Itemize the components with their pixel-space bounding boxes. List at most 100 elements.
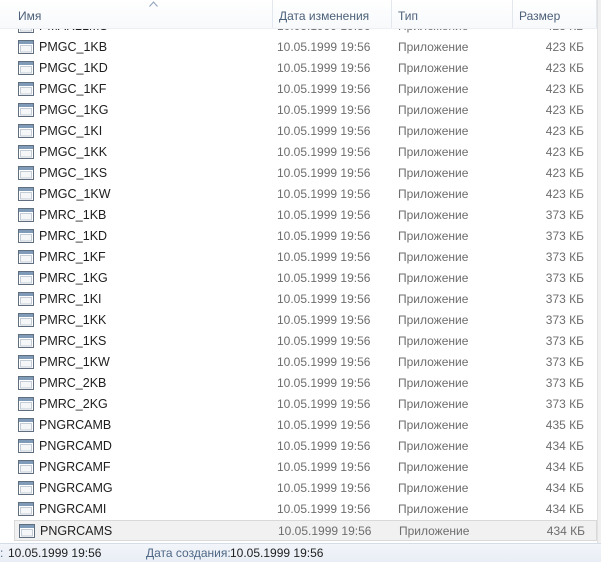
file-date-modified: 10.05.1999 19:56 (277, 250, 371, 264)
application-exe-icon (18, 187, 34, 201)
file-date-modified: 10.05.1999 19:56 (277, 229, 371, 243)
file-date-modified: 10.05.1999 19:56 (277, 313, 371, 327)
file-size: 434 КБ (545, 502, 584, 516)
file-size: 434 КБ (545, 439, 584, 453)
file-type: Приложение (398, 124, 469, 138)
file-type: Приложение (398, 103, 469, 117)
file-type: Приложение (398, 271, 469, 285)
application-exe-icon (18, 502, 34, 516)
file-row[interactable]: PMGC_1KI 10.05.1999 19:56 Приложение 423 КБ (14, 121, 597, 142)
date-modified-value: 10.05.1999 19:56 (8, 546, 102, 560)
column-header-name-label: Имя (18, 9, 42, 23)
file-row[interactable]: PMRC_1KK 10.05.1999 19:56 Приложение 373 КБ (14, 310, 597, 331)
application-exe-icon (18, 313, 34, 327)
file-name: PMRC_1KG (39, 271, 108, 285)
file-type: Приложение (398, 376, 469, 390)
file-date-modified: 10.05.1999 19:56 (277, 61, 371, 75)
file-type: Приложение (398, 61, 469, 75)
file-date-modified: 10.05.1999 19:56 (277, 439, 371, 453)
file-date-modified: 10.05.1999 19:56 (277, 103, 371, 117)
file-size: 373 КБ (545, 376, 584, 390)
file-row[interactable]: PMGC_1KS 10.05.1999 19:56 Приложение 423 КБ (14, 163, 597, 184)
column-header-type[interactable]: Тип (392, 0, 513, 28)
column-header-size[interactable]: Размер (513, 0, 597, 28)
file-size: 423 КБ (545, 82, 584, 96)
file-size: 423 КБ (545, 187, 584, 201)
file-row[interactable]: PMRC_2KB 10.05.1999 19:56 Приложение 373 КБ (14, 373, 597, 394)
column-header-name[interactable]: Имя (12, 0, 273, 28)
file-date-modified: 10.05.1999 19:56 (277, 40, 371, 54)
file-type: Приложение (398, 145, 469, 159)
file-row[interactable]: PMRC_2KG 10.05.1999 19:56 Приложение 373 КБ (14, 394, 597, 415)
file-type: Приложение (398, 355, 469, 369)
file-size: 423 КБ (545, 145, 584, 159)
date-modified-label: : (0, 546, 4, 560)
file-size: 373 КБ (545, 229, 584, 243)
file-date-modified: 10.05.1999 19:56 (277, 82, 371, 96)
file-explorer-window: PMAR21MS10.05.1999 19:56Приложение423 КБ… (0, 0, 601, 562)
file-row[interactable]: PMGC_1KW 10.05.1999 19:56 Приложение 423 КБ (14, 184, 597, 205)
file-name: PMGC_1KK (39, 145, 108, 159)
file-row[interactable]: PMRC_1KG 10.05.1999 19:56 Приложение 373 КБ (14, 268, 597, 289)
file-date-modified: 10.05.1999 19:56 (278, 524, 372, 538)
file-row[interactable]: PMRC_1KD 10.05.1999 19:56 Приложение 373 КБ (14, 226, 597, 247)
file-size: 373 КБ (545, 271, 584, 285)
file-date-modified: 10.05.1999 19:56 (277, 355, 371, 369)
file-type: Приложение (398, 187, 469, 201)
file-size: 423 КБ (545, 61, 584, 75)
file-size: 435 КБ (545, 418, 584, 432)
file-row[interactable]: PNGRCAMB 10.05.1999 19:56 Приложение 435 КБ (14, 415, 597, 436)
file-name: PMGC_1KW (39, 187, 111, 201)
file-size: 373 КБ (545, 334, 584, 348)
file-name: PMGC_1KG (39, 103, 109, 117)
vertical-scrollbar[interactable] (597, 0, 601, 543)
file-date-modified: 10.05.1999 19:56 (277, 502, 371, 516)
file-type: Приложение (398, 439, 469, 453)
file-row[interactable]: PMGC_1KD 10.05.1999 19:56 Приложение 423 КБ (14, 58, 597, 79)
file-date-modified: 10.05.1999 19:56 (277, 145, 371, 159)
application-exe-icon (18, 376, 34, 390)
file-row[interactable]: PNGRCAMF 10.05.1999 19:56 Приложение 434 КБ (14, 457, 597, 478)
application-exe-icon (18, 103, 34, 117)
file-row[interactable]: PMRC_1KS 10.05.1999 19:56 Приложение 373 КБ (14, 331, 597, 352)
file-row[interactable]: PMRC_1KF 10.05.1999 19:56 Приложение 373 КБ (14, 247, 597, 268)
sort-ascending-icon (149, 1, 158, 7)
application-exe-icon (18, 40, 34, 54)
file-date-modified: 10.05.1999 19:56 (277, 418, 371, 432)
file-row[interactable]: PNGRCAMS 10.05.1999 19:56 Приложение 434 КБ (14, 520, 597, 541)
file-type: Приложение (398, 418, 469, 432)
file-row[interactable]: PMRC_1KB 10.05.1999 19:56 Приложение 373 КБ (14, 205, 597, 226)
file-size: 423 КБ (545, 40, 584, 54)
file-name: PMGC_1KS (39, 166, 108, 180)
file-name: PNGRCAMD (39, 439, 112, 453)
application-exe-icon (18, 292, 34, 306)
file-size: 373 КБ (545, 208, 584, 222)
file-name: PMRC_2KB (39, 376, 107, 390)
file-name: PMRC_1KK (39, 313, 107, 327)
file-row[interactable]: PMGC_1KF 10.05.1999 19:56 Приложение 423 КБ (14, 79, 597, 100)
application-exe-icon (18, 397, 34, 411)
application-exe-icon (18, 334, 34, 348)
file-row[interactable]: PMGC_1KB 10.05.1999 19:56 Приложение 423 КБ (14, 37, 597, 58)
file-name: PNGRCAMF (39, 460, 111, 474)
application-exe-icon (18, 229, 34, 243)
date-created-value: 10.05.1999 19:56 (230, 546, 324, 560)
file-row[interactable]: PMGC_1KG 10.05.1999 19:56 Приложение 423 КБ (14, 100, 597, 121)
file-date-modified: 10.05.1999 19:56 (277, 187, 371, 201)
file-row[interactable]: PMRC_1KI 10.05.1999 19:56 Приложение 373 КБ (14, 289, 597, 310)
application-exe-icon (18, 481, 34, 495)
file-date-modified: 10.05.1999 19:56 (277, 397, 371, 411)
file-row[interactable]: PNGRCAMG 10.05.1999 19:56 Приложение 434 КБ (14, 478, 597, 499)
file-row[interactable]: PNGRCAMD 10.05.1999 19:56 Приложение 434 КБ (14, 436, 597, 457)
file-size: 423 КБ (545, 103, 584, 117)
file-date-modified: 10.05.1999 19:56 (277, 166, 371, 180)
file-type: Приложение (398, 292, 469, 306)
application-exe-icon (18, 271, 34, 285)
application-exe-icon (18, 145, 34, 159)
file-row[interactable]: PMRC_1KW 10.05.1999 19:56 Приложение 373 КБ (14, 352, 597, 373)
column-header-date-modified[interactable]: Дата изменения (273, 0, 392, 28)
file-size: 434 КБ (546, 524, 585, 538)
file-type: Приложение (398, 397, 469, 411)
file-row[interactable]: PNGRCAMI 10.05.1999 19:56 Приложение 434 КБ (14, 499, 597, 520)
file-row[interactable]: PMGC_1KK 10.05.1999 19:56 Приложение 423 КБ (14, 142, 597, 163)
